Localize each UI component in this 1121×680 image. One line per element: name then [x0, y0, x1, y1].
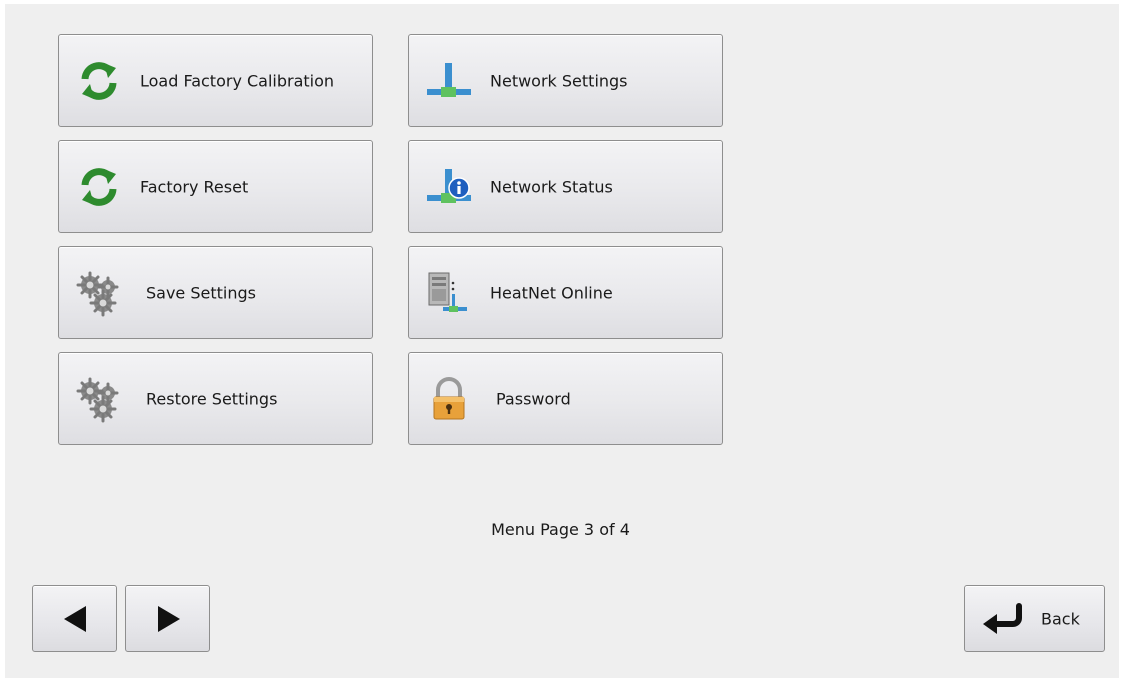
- network-status-label: Network Status: [490, 177, 613, 196]
- padlock-icon: [425, 375, 473, 423]
- back-label: Back: [1041, 609, 1080, 628]
- network-info-icon: [425, 163, 473, 211]
- gears-icon: [75, 375, 123, 423]
- load-factory-calibration-button[interactable]: Load Factory Calibration: [58, 34, 373, 127]
- next-page-button[interactable]: [125, 585, 210, 652]
- save-settings-label: Save Settings: [146, 283, 256, 302]
- password-label: Password: [496, 389, 571, 408]
- refresh-icon: [75, 163, 123, 211]
- right-triangle-icon: [158, 606, 180, 632]
- heatnet-online-label: HeatNet Online: [490, 283, 613, 302]
- prev-page-button[interactable]: [32, 585, 117, 652]
- factory-reset-label: Factory Reset: [140, 177, 249, 196]
- network-settings-button[interactable]: Network Settings: [408, 34, 723, 127]
- server-network-icon: [425, 269, 473, 317]
- save-settings-button[interactable]: Save Settings: [58, 246, 373, 339]
- network-pipe-icon: [425, 57, 473, 105]
- password-button[interactable]: Password: [408, 352, 723, 445]
- gears-icon: [75, 269, 123, 317]
- restore-settings-button[interactable]: Restore Settings: [58, 352, 373, 445]
- network-status-button[interactable]: Network Status: [408, 140, 723, 233]
- restore-settings-label: Restore Settings: [146, 389, 278, 408]
- left-triangle-icon: [64, 606, 86, 632]
- page-indicator: Menu Page 3 of 4: [491, 520, 630, 539]
- return-arrow-icon: [983, 603, 1022, 634]
- refresh-icon: [75, 57, 123, 105]
- factory-reset-button[interactable]: Factory Reset: [58, 140, 373, 233]
- back-button[interactable]: Back: [964, 585, 1105, 652]
- network-settings-label: Network Settings: [490, 71, 628, 90]
- load-factory-calibration-label: Load Factory Calibration: [140, 71, 335, 90]
- heatnet-online-button[interactable]: HeatNet Online: [408, 246, 723, 339]
